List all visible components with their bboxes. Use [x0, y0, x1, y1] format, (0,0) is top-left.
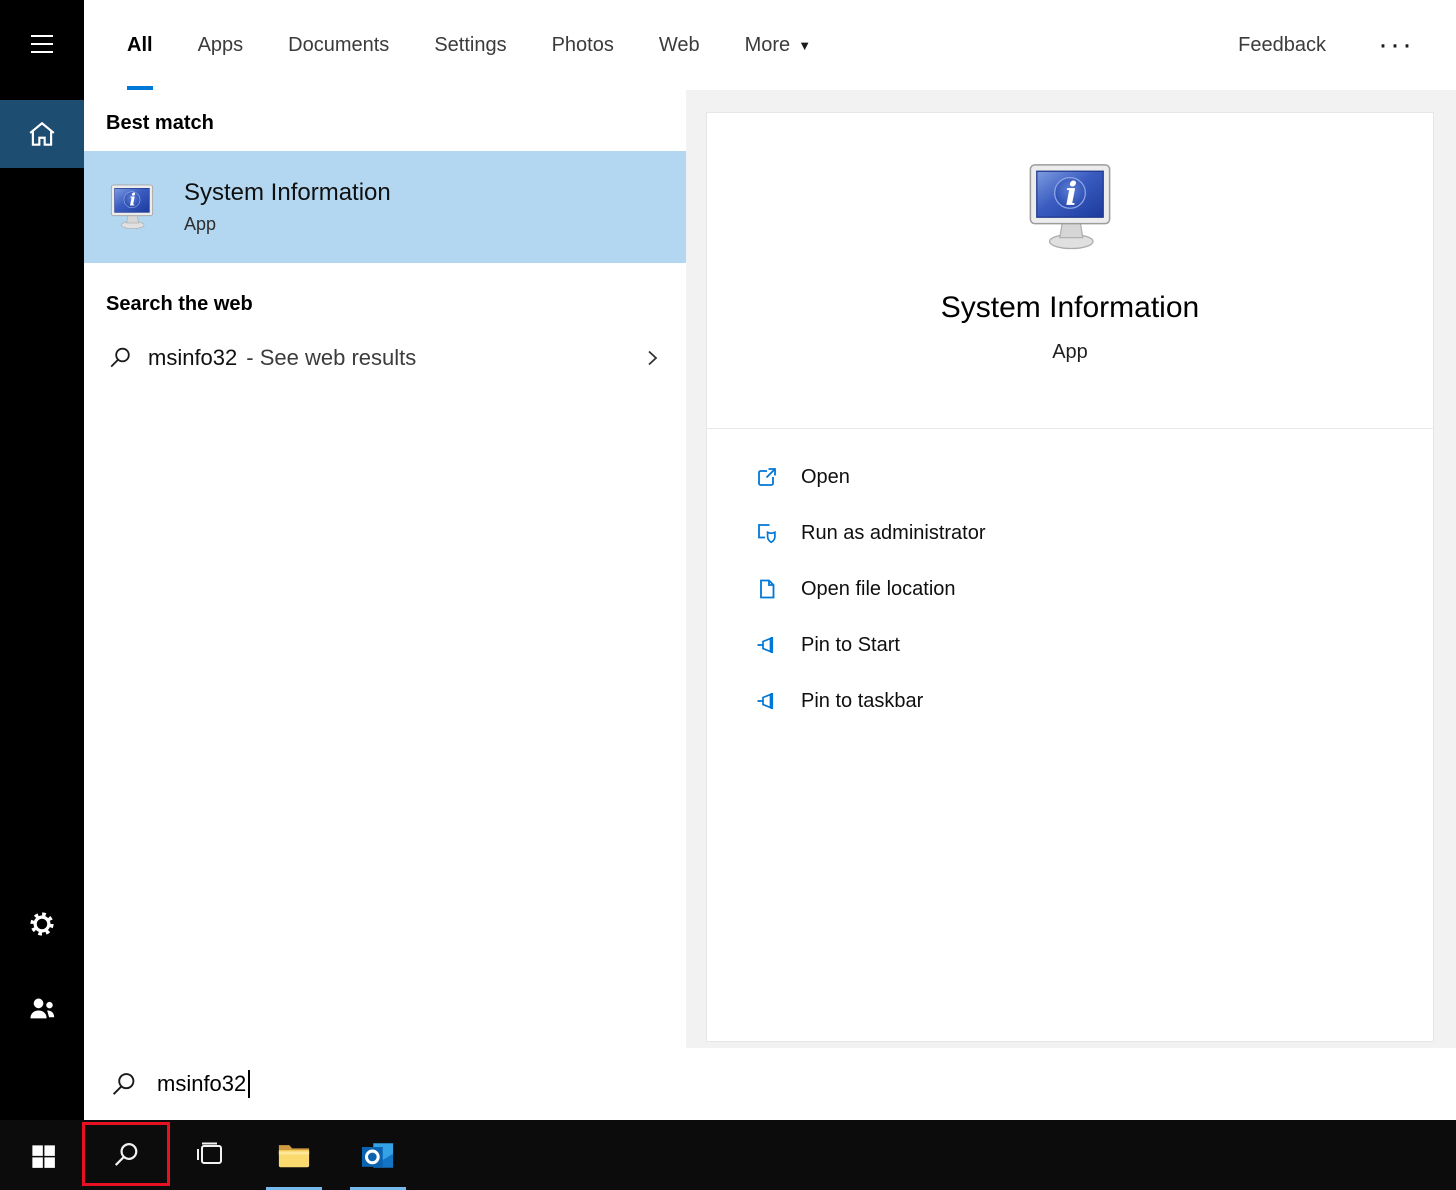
web-result-query: msinfo32 — [148, 345, 238, 370]
best-match-text: System Information App — [184, 179, 391, 235]
action-list: Open Run as administrator Open file loca… — [707, 429, 1433, 729]
tab-photos[interactable]: Photos — [552, 0, 614, 90]
open-icon — [758, 468, 776, 486]
feedback-button[interactable]: Feedback — [1238, 34, 1326, 57]
search-icon — [114, 1143, 138, 1166]
search-web-header: Search the web — [106, 293, 253, 315]
taskbar — [0, 1120, 1456, 1190]
file-explorer-icon — [278, 1144, 310, 1167]
search-icon — [110, 347, 130, 368]
people-icon — [30, 998, 55, 1019]
web-search-result[interactable]: msinfo32 - See web results — [84, 328, 686, 388]
tab-all[interactable]: All — [127, 0, 153, 90]
task-view-button[interactable] — [168, 1120, 252, 1190]
chevron-right-icon — [648, 350, 658, 366]
sidebar-item-home[interactable] — [0, 100, 84, 168]
file-location-icon — [760, 579, 775, 599]
action-label: Open — [801, 465, 850, 488]
file-explorer-button[interactable] — [252, 1120, 336, 1190]
preview-panel: i System Information App Open Run as adm… — [706, 112, 1434, 1042]
search-input[interactable]: msinfo32 — [84, 1048, 1456, 1120]
hamburger-icon — [31, 35, 53, 37]
action-pin-to-start[interactable]: Pin to Start — [707, 617, 1433, 673]
pin-icon — [757, 693, 774, 709]
admin-shield-icon — [758, 524, 776, 544]
action-open-file-location[interactable]: Open file location — [707, 561, 1433, 617]
start-button[interactable] — [0, 1120, 84, 1190]
best-match-header: Best match — [106, 112, 214, 134]
home-icon — [29, 121, 55, 146]
search-filter-tabs: All Apps Documents Settings Photos Web M… — [84, 0, 1456, 90]
windows-search-overlay: All Apps Documents Settings Photos Web M… — [0, 0, 1456, 1190]
svg-text:i: i — [1065, 174, 1077, 212]
action-label: Pin to Start — [801, 633, 900, 656]
sidebar-item-settings[interactable] — [0, 894, 84, 954]
action-label: Open file location — [801, 577, 956, 600]
system-information-icon: i — [110, 184, 154, 229]
outlook-button[interactable] — [336, 1120, 420, 1190]
best-match-title: System Information — [184, 179, 391, 206]
best-match-subtitle: App — [184, 214, 217, 234]
tab-web[interactable]: Web — [659, 0, 700, 90]
search-query-text: msinfo32 — [157, 1071, 247, 1096]
preview-app-icon-wrap: i — [707, 161, 1433, 253]
pin-icon — [757, 637, 774, 653]
results-panel: Best match i System Information App Sear… — [84, 90, 686, 1048]
action-label: Run as administrator — [801, 521, 986, 544]
tab-more[interactable]: More ▼ — [745, 0, 811, 90]
task-view-icon — [197, 1142, 222, 1164]
text-cursor — [248, 1070, 251, 1098]
menu-button[interactable] — [0, 14, 84, 74]
sidebar-item-account[interactable] — [0, 978, 84, 1038]
best-match-result[interactable]: i System Information App — [84, 151, 686, 263]
gear-icon — [30, 912, 54, 936]
tab-more-label: More — [744, 33, 791, 56]
taskbar-search-button[interactable] — [84, 1120, 168, 1190]
search-icon — [112, 1072, 135, 1095]
tab-settings[interactable]: Settings — [434, 0, 506, 90]
overflow-menu-button[interactable]: ··· — [1378, 30, 1414, 60]
web-result-suffix: - See web results — [246, 345, 417, 370]
action-run-as-administrator[interactable]: Run as administrator — [707, 505, 1433, 561]
tab-documents[interactable]: Documents — [288, 0, 389, 90]
preview-title: System Information — [940, 291, 1200, 324]
action-label: Pin to taskbar — [801, 689, 924, 712]
action-open[interactable]: Open — [707, 449, 1433, 505]
system-information-icon-large: i — [1029, 164, 1111, 250]
chevron-down-icon: ▼ — [798, 37, 812, 53]
tab-apps[interactable]: Apps — [198, 0, 244, 90]
search-sidebar — [0, 0, 84, 1120]
svg-text:i: i — [130, 190, 136, 210]
windows-logo-icon — [31, 1144, 55, 1168]
preview-subtitle: App — [1052, 341, 1088, 363]
action-pin-to-taskbar[interactable]: Pin to taskbar — [707, 673, 1433, 729]
outlook-icon — [361, 1142, 394, 1168]
